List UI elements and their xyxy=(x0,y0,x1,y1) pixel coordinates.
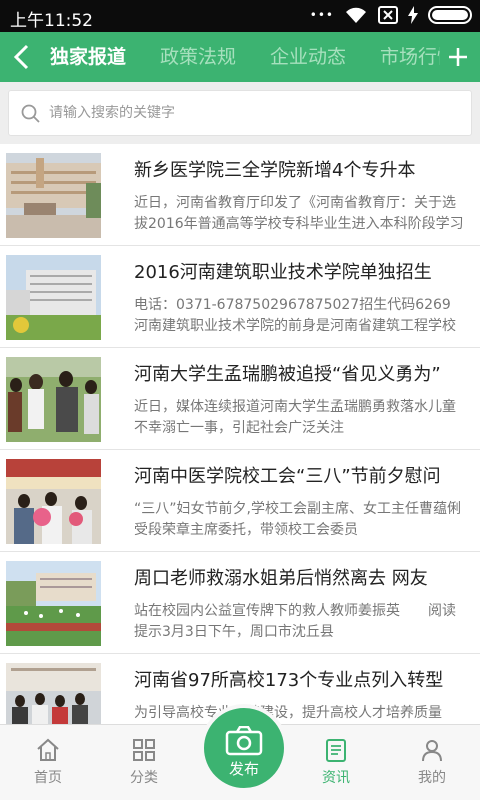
article-summary: 为引导高校专业改革建设，提升高校人才培养质量 xyxy=(134,705,442,721)
tab-exclusive[interactable]: 独家报道 xyxy=(50,32,126,82)
list-item[interactable]: 2016河南建筑职业技术学院单独招生 电话：0371-6787502967875… xyxy=(0,246,480,348)
list-item[interactable]: 河南大学生孟瑞鹏被追授“省见义勇为” 近日，媒体连续报道河南大学生孟瑞鹏勇救落水… xyxy=(0,348,480,450)
camera-icon xyxy=(225,726,263,756)
article-title: 河南中医学院校工会“三八”节前夕慰问 xyxy=(134,466,441,487)
article-summary: “三八”妇女节前夕,学校工会副主席、女工主任曹蕴俐受段荣章主席委托，带领校工会委… xyxy=(134,501,461,538)
tabbar-mine-label: 我的 xyxy=(418,770,446,786)
article-thumbnail xyxy=(6,459,101,544)
back-arrow-icon[interactable] xyxy=(8,42,38,72)
signal-dots-icon: ••• xyxy=(309,8,334,22)
publish-button[interactable]: 发布 xyxy=(200,704,288,792)
user-icon xyxy=(422,740,442,762)
add-tab-icon[interactable] xyxy=(444,43,472,71)
home-icon xyxy=(37,738,59,761)
list-item[interactable]: 河南中医学院校工会“三八”节前夕慰问 “三八”妇女节前夕,学校工会副主席、女工主… xyxy=(0,450,480,552)
publish-label: 发布 xyxy=(228,760,259,778)
charging-icon xyxy=(408,6,418,24)
tab-policy[interactable]: 政策法规 xyxy=(160,32,236,82)
tab-company[interactable]: 企业动态 xyxy=(270,32,346,82)
no-sim-icon xyxy=(378,6,398,24)
list-item[interactable]: 周口老师救溺水姐弟后悄然离去 网友 站在校园内公益宣传牌下的救人教师姜振英 阅读… xyxy=(0,552,480,654)
article-thumbnail xyxy=(6,561,101,646)
article-title: 新乡医学院三全学院新增4个专升本 xyxy=(134,160,416,181)
tabbar-news[interactable]: 资讯 xyxy=(288,725,384,800)
tabbar-mine[interactable]: 我的 xyxy=(384,725,480,800)
status-icons: ••• xyxy=(310,6,472,24)
search-bar xyxy=(0,82,480,144)
article-thumbnail xyxy=(6,153,101,238)
list-item[interactable]: 新乡医学院三全学院新增4个专升本 近日，河南省教育厅印发了《河南省教育厅：关于选… xyxy=(0,144,480,246)
battery-icon xyxy=(428,6,472,24)
tab-market[interactable]: 市场行情 xyxy=(380,32,440,82)
article-list: 新乡医学院三全学院新增4个专升本 近日，河南省教育厅印发了《河南省教育厅：关于选… xyxy=(0,144,480,724)
article-thumbnail xyxy=(6,255,101,340)
grid-icon xyxy=(133,739,155,761)
status-time: 上午11:52 xyxy=(10,11,93,31)
tabbar-news-label: 资讯 xyxy=(322,770,350,786)
tabbar-category-label: 分类 xyxy=(130,770,158,786)
tabbar-category[interactable]: 分类 xyxy=(96,725,192,800)
article-title: 2016河南建筑职业技术学院单独招生 xyxy=(134,262,432,283)
search-input[interactable] xyxy=(49,91,461,135)
wifi-icon xyxy=(344,6,368,24)
nav-bar: 独家报道 政策法规 企业动态 市场行情 xyxy=(0,32,480,82)
news-icon xyxy=(326,739,346,762)
category-tabs: 独家报道 政策法规 企业动态 市场行情 xyxy=(50,32,440,82)
article-thumbnail xyxy=(6,663,101,724)
tabbar-home-label: 首页 xyxy=(34,770,62,786)
search-box[interactable] xyxy=(8,90,472,136)
article-title: 河南省97所高校173个专业点列入转型 xyxy=(134,670,444,691)
tabbar-home[interactable]: 首页 xyxy=(0,725,96,800)
article-summary: 近日，媒体连续报道河南大学生孟瑞鹏勇救落水儿童不幸溺亡一事，引起社会广泛关注 xyxy=(134,399,456,436)
article-summary: 电话：0371-6787502967875027招生代码6269 河南建筑职业技… xyxy=(134,297,464,334)
article-title: 周口老师救溺水姐弟后悄然离去 网友 xyxy=(134,568,428,589)
article-summary: 站在校园内公益宣传牌下的救人教师姜振英 阅读提示3月3日下午，周口市沈丘县 xyxy=(134,603,456,640)
article-thumbnail xyxy=(6,357,101,442)
search-icon xyxy=(21,104,40,123)
status-bar: 上午11:52 ••• xyxy=(0,0,480,32)
article-summary: 近日，河南省教育厅印发了《河南省教育厅：关于选拔2016年普通高等学校专科毕业生… xyxy=(134,195,464,232)
article-title: 河南大学生孟瑞鹏被追授“省见义勇为” xyxy=(134,364,441,385)
